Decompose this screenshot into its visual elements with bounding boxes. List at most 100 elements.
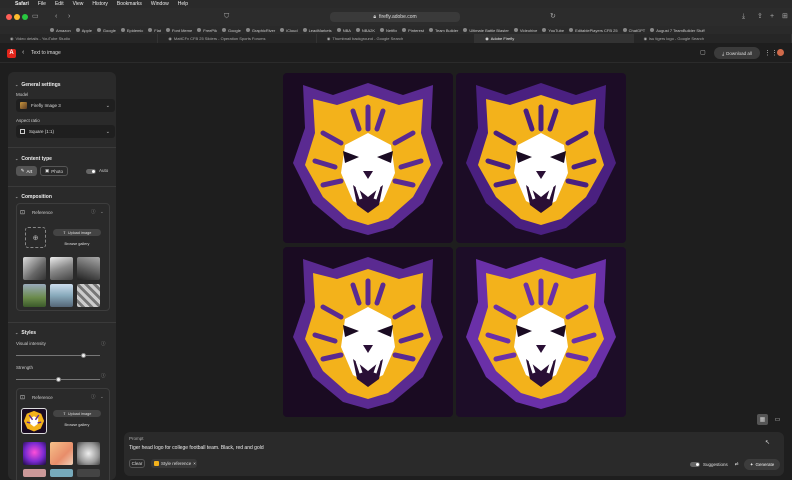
favorite-link[interactable]: August 7 TeamBuilder Stuff: [650, 28, 705, 33]
auto-toggle[interactable]: [86, 169, 96, 174]
tab-overview-icon[interactable]: ⊞: [782, 13, 788, 21]
favorite-link[interactable]: iCloud: [280, 28, 298, 33]
generated-image[interactable]: [283, 247, 453, 417]
browser-tab[interactable]: ◉ Video details - YouTube Studio: [0, 34, 159, 43]
browser-tab[interactable]: ◉ Thumbnail background - Google Search: [317, 34, 476, 43]
generated-image[interactable]: [283, 73, 453, 243]
favorite-link[interactable]: Amazon: [50, 28, 71, 33]
favorite-link[interactable]: Team Builder: [428, 28, 458, 33]
general-settings-heading[interactable]: ⌄ General settings: [15, 82, 61, 88]
close-icon[interactable]: ×: [193, 461, 196, 466]
avatar[interactable]: [777, 49, 784, 56]
favorite-link[interactable]: Font Meme: [165, 28, 192, 33]
info-icon[interactable]: ⓘ: [101, 341, 106, 347]
upload-image-button[interactable]: ⇪ Upload image: [53, 410, 101, 417]
composition-thumbnail[interactable]: [50, 257, 73, 280]
composition-thumbnail[interactable]: [23, 284, 46, 307]
style-thumbnail[interactable]: [23, 469, 46, 477]
favorite-link[interactable]: NBA2K: [355, 28, 375, 33]
menu-edit[interactable]: Edit: [55, 1, 64, 7]
favorite-link[interactable]: Epidemic: [120, 28, 143, 33]
download-all-button[interactable]: ⤓ Download all: [714, 47, 760, 59]
favorite-link[interactable]: Ultimate Battle Blaster: [463, 28, 509, 33]
model-select[interactable]: Firefly Image 3 ⌄: [16, 99, 115, 112]
menu-file[interactable]: File: [38, 1, 46, 7]
adobe-logo[interactable]: A: [7, 49, 16, 58]
favorite-link[interactable]: Videohive: [513, 28, 537, 33]
favorite-link[interactable]: LeadMarkets: [302, 28, 332, 33]
share-icon[interactable]: ⇪: [757, 13, 763, 21]
content-type-heading[interactable]: ⌄ Content type: [15, 156, 52, 162]
address-bar[interactable]: 🔒︎ firefly.adobe.com: [330, 12, 460, 22]
style-thumbnail[interactable]: [50, 469, 73, 477]
new-tab-icon[interactable]: +: [770, 13, 774, 21]
photo-chip[interactable]: ▣ Photo: [40, 166, 68, 176]
composition-thumbnail[interactable]: [77, 284, 100, 307]
forward-arrow-icon[interactable]: ›: [68, 13, 70, 21]
visual-intensity-slider-knob[interactable]: [80, 353, 86, 358]
back-arrow-icon[interactable]: ‹: [55, 13, 57, 21]
download-icon[interactable]: ⤓: [742, 13, 745, 21]
reload-icon[interactable]: ↻: [550, 13, 556, 21]
shield-icon[interactable]: ⛉: [224, 13, 229, 21]
style-reference-thumbnail[interactable]: [21, 408, 47, 434]
upload-image-button[interactable]: ⇪ Upload image: [53, 229, 101, 236]
clear-button[interactable]: Clear: [129, 459, 145, 468]
art-chip[interactable]: ✎ Art: [16, 166, 37, 176]
chevron-down-icon[interactable]: ⌄: [100, 394, 104, 400]
menu-safari[interactable]: Safari: [15, 1, 29, 7]
generated-image[interactable]: [456, 247, 626, 417]
close-window-button[interactable]: [6, 14, 12, 20]
favorite-link[interactable]: NBA: [336, 28, 351, 33]
grid-view-icon[interactable]: ▦: [757, 414, 768, 425]
apps-grid-icon[interactable]: ⋮⋮: [764, 49, 778, 57]
composition-thumbnail[interactable]: [77, 257, 100, 280]
favorite-link[interactable]: YouTube: [542, 28, 564, 33]
style-reference-chip[interactable]: Style reference ×: [151, 459, 197, 468]
favorite-link[interactable]: ChatGPT: [622, 28, 645, 33]
generate-button[interactable]: ✦ Generate: [744, 459, 780, 470]
composition-heading[interactable]: ⌄ Composition: [15, 194, 52, 200]
style-thumbnail[interactable]: [50, 442, 73, 465]
info-icon[interactable]: ⓘ: [91, 394, 96, 400]
prompt-input[interactable]: Tiger head logo for college football tea…: [129, 445, 264, 451]
favorite-link[interactable]: Apple: [75, 28, 92, 33]
menu-view[interactable]: View: [73, 1, 84, 7]
menu-bookmarks[interactable]: Bookmarks: [117, 1, 142, 7]
zoom-window-button[interactable]: [22, 14, 28, 20]
style-thumbnail[interactable]: [77, 442, 100, 465]
favorite-link[interactable]: GraphicRiver: [245, 28, 275, 33]
menu-help[interactable]: Help: [178, 1, 188, 7]
suggestions-control[interactable]: Suggestions ⇌: [690, 461, 739, 467]
single-view-icon[interactable]: ▭: [772, 414, 783, 425]
back-chevron-icon[interactable]: ‹: [22, 49, 24, 56]
menu-history[interactable]: History: [92, 1, 108, 7]
chevron-down-icon[interactable]: ⌄: [100, 209, 104, 215]
visual-intensity-slider-track[interactable]: [16, 355, 100, 356]
strength-slider-knob[interactable]: [55, 377, 61, 382]
info-icon[interactable]: ⓘ: [91, 209, 96, 215]
generated-image[interactable]: [456, 73, 626, 243]
favorite-link[interactable]: Google: [96, 28, 116, 33]
favorite-link[interactable]: FreePik: [197, 28, 217, 33]
browser-tab[interactable]: ◉ Adobe Firefly: [475, 34, 634, 43]
minimize-window-button[interactable]: [14, 14, 20, 20]
favorite-link[interactable]: Netflix: [380, 28, 397, 33]
style-thumbnail[interactable]: [23, 442, 46, 465]
browse-gallery-button[interactable]: Browse gallery: [53, 421, 101, 428]
suggestions-toggle[interactable]: [690, 461, 700, 467]
favorite-link[interactable]: Pinterest: [402, 28, 424, 33]
composition-thumbnail[interactable]: [50, 284, 73, 307]
menu-window[interactable]: Window: [151, 1, 169, 7]
info-icon[interactable]: ⓘ: [101, 373, 106, 379]
aspect-ratio-select[interactable]: Square (1:1) ⌄: [16, 125, 115, 138]
sidebar-toggle-icon[interactable]: ▭: [32, 13, 39, 21]
feedback-icon[interactable]: ▢: [700, 49, 706, 56]
favorite-link[interactable]: Google: [221, 28, 241, 33]
composition-thumbnail[interactable]: [23, 257, 46, 280]
settings-sliders-icon[interactable]: ⇌: [735, 461, 739, 467]
browser-tab[interactable]: ◉ MattCFx CFB 25 Sliders - Operation Spor…: [158, 34, 317, 43]
favorite-link[interactable]: Flat: [148, 28, 161, 33]
browse-gallery-button[interactable]: Browse gallery: [53, 240, 101, 247]
style-thumbnail[interactable]: [77, 469, 100, 477]
